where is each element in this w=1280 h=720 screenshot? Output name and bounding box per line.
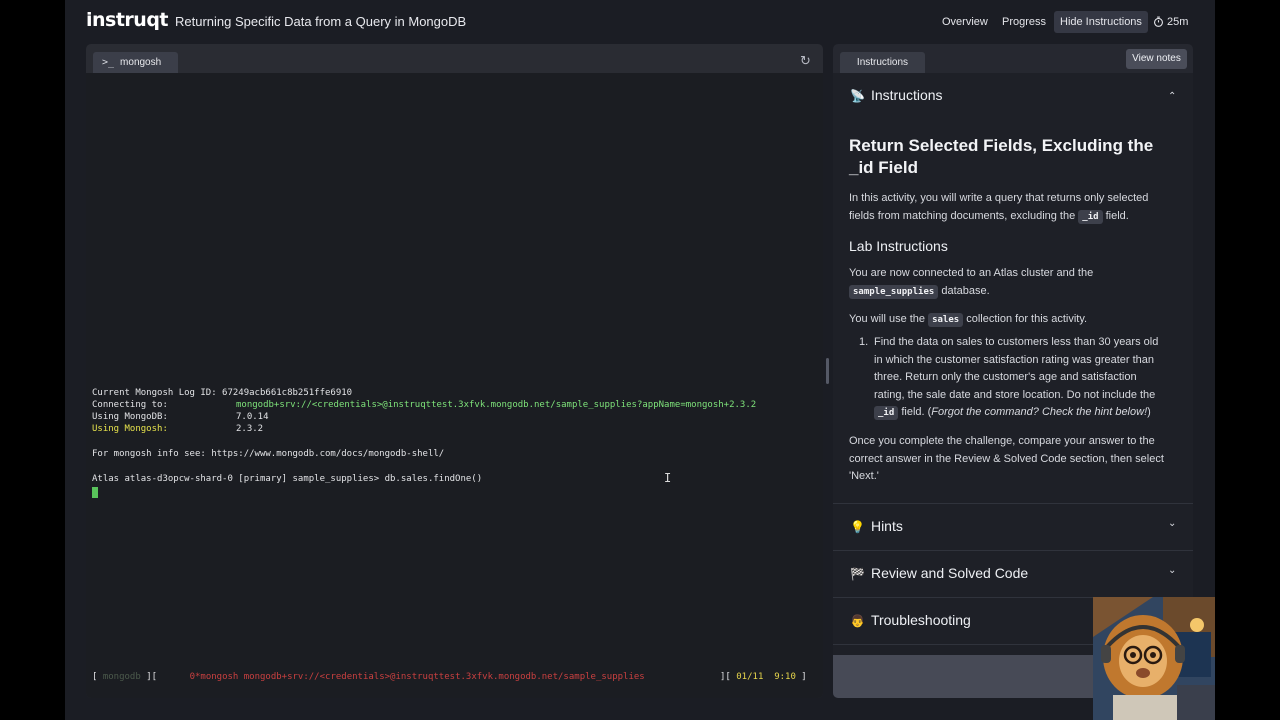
top-bar: instruqt Returning Specific Data from a …	[65, 0, 1215, 44]
review-section-header[interactable]: 🏁 Review and Solved Code	[850, 565, 1028, 581]
refresh-icon[interactable]: ↻	[800, 53, 811, 69]
step-list: 1. Find the data on sales to customers l…	[859, 334, 1169, 423]
timer-value: 25m	[1167, 16, 1189, 28]
connecting-line: Connecting to: mongodb+srv://<credentials…	[92, 400, 757, 410]
overview-link[interactable]: Overview	[936, 11, 994, 33]
hide-instructions-button[interactable]: Hide Instructions	[1054, 11, 1148, 33]
panel-resize-handle[interactable]	[826, 358, 829, 384]
timer: 25m	[1153, 11, 1188, 33]
status-window: 0*mongosh mongodb+srv://<credentials>@in…	[189, 672, 645, 682]
flag-icon: 🏁	[850, 567, 865, 581]
view-notes-button[interactable]: View notes	[1126, 49, 1187, 69]
completion-paragraph: Once you complete the challenge, compare…	[849, 435, 1164, 482]
instruqt-logo[interactable]: instruqt	[86, 9, 169, 31]
instructions-content: 📡 Instructions ⌃ Return Selected Fields, …	[833, 73, 1193, 655]
stopwatch-icon	[1154, 16, 1163, 27]
tmux-status-bar: [ mongodb ][ 0*mongosh mongodb+srv://<cr…	[92, 672, 807, 682]
lab-title: Returning Specific Data from a Query in …	[175, 14, 467, 29]
tab-mongosh[interactable]: >_ mongosh	[93, 52, 178, 73]
instructions-section-header[interactable]: 📡 Instructions	[850, 87, 943, 103]
status-date: 01/11	[736, 672, 764, 682]
divider	[833, 503, 1193, 504]
prompt-line: Atlas atlas-d3opcw-shard-0 [primary] sam…	[92, 474, 483, 484]
lion-illustration	[1093, 597, 1215, 720]
progress-link[interactable]: Progress	[996, 11, 1052, 33]
page-title: Return Selected Fields, Excluding the _i…	[849, 136, 1154, 177]
chevron-down-icon[interactable]: ⌄	[1168, 565, 1176, 576]
presenter-avatar	[1093, 597, 1215, 720]
log-id-line: Current Mongosh Log ID: 67249acb661c8b25…	[92, 388, 353, 398]
troubleshooting-section-header[interactable]: 👨 Troubleshooting	[850, 612, 971, 628]
divider	[833, 550, 1193, 551]
instructions-section-title: Instructions	[870, 87, 943, 103]
mouse-ibeam-cursor: I	[664, 471, 672, 485]
chevron-down-icon[interactable]: ⌄	[1168, 518, 1176, 529]
terminal-icon: >_	[102, 57, 115, 68]
terminal-panel: >_ mongosh ↻ Current Mongosh Log ID: 6724…	[86, 44, 823, 698]
connection-paragraph: You are now connected to an Atlas cluste…	[849, 267, 1094, 299]
lightbulb-icon: 💡	[850, 520, 865, 534]
robot-icon: 📡	[850, 89, 865, 103]
lab-instructions-heading: Lab Instructions	[849, 238, 948, 254]
mongodb-version-line: Using MongoDB: 7.0.14	[92, 412, 269, 422]
step-text: Find the data on sales to customers less…	[874, 336, 1159, 420]
chevron-up-icon[interactable]: ⌃	[1168, 91, 1176, 102]
terminal-cursor	[92, 487, 98, 498]
collection-paragraph: You will use the sales collection for th…	[849, 313, 1088, 327]
hints-section-header[interactable]: 💡 Hints	[850, 518, 903, 534]
tab-instructions[interactable]: Instructions	[840, 52, 925, 73]
intro-paragraph: In this activity, you will write a query…	[849, 192, 1149, 224]
app-window: instruqt Returning Specific Data from a …	[65, 0, 1215, 720]
mongosh-version-line: Using Mongosh: 2.3.2	[92, 424, 264, 434]
status-session-name: mongodb	[102, 672, 141, 682]
info-line: For mongosh info see: https://www.mongod…	[92, 449, 445, 459]
technician-icon: 👨	[850, 614, 865, 628]
status-time: 9:10	[774, 672, 796, 682]
tab-mongosh-label: mongosh	[120, 57, 162, 68]
terminal-output[interactable]: Current Mongosh Log ID: 67249acb661c8b25…	[86, 73, 823, 698]
